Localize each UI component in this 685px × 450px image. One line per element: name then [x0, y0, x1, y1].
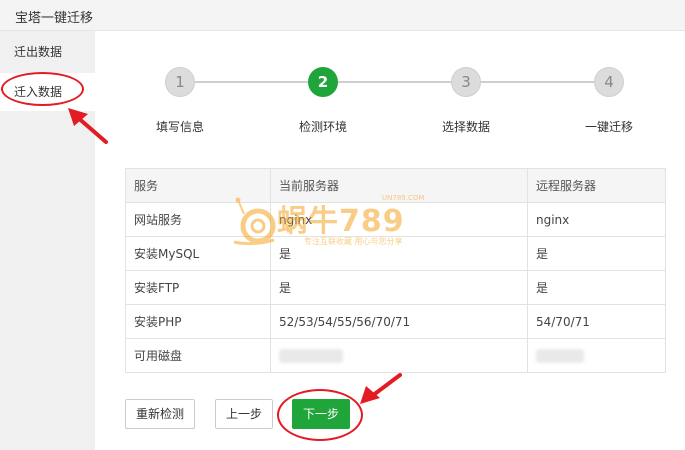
step-3-circle: 3: [451, 67, 481, 97]
step-1-label: 填写信息: [155, 120, 204, 134]
window-titlebar: 宝塔一键迁移: [0, 0, 685, 31]
step-4-circle: 4: [594, 67, 624, 97]
window-title: 宝塔一键迁移: [15, 11, 94, 26]
step-connector-3: [481, 81, 594, 83]
environment-table: 服务 当前服务器 远程服务器 网站服务 nginx nginx 安装MySQL …: [125, 168, 666, 373]
sidebar-item-export-data[interactable]: 迁出数据: [0, 33, 95, 71]
sidebar: 迁出数据 迁入数据: [0, 31, 95, 450]
cell-service: 安装FTP: [125, 270, 271, 305]
cell-service: 安装PHP: [125, 304, 271, 339]
cell-current: nginx: [270, 202, 528, 237]
main-panel: 1 2 3 4 填写信息 检测环境 选择数据 一键迁移 服务 当前服务器 远程服…: [95, 31, 685, 450]
next-step-button[interactable]: 下一步: [292, 399, 350, 429]
table-row: 安装PHP 52/53/54/55/56/70/71 54/70/71: [125, 304, 666, 339]
step-3-label: 选择数据: [441, 120, 490, 134]
cell-service: 安装MySQL: [125, 236, 271, 271]
step-2-circle: 2: [308, 67, 338, 97]
table-header-row: 服务 当前服务器 远程服务器: [125, 168, 666, 203]
cell-remote: 是: [527, 270, 666, 305]
cell-service: 可用磁盘: [125, 338, 271, 373]
table-row: 可用磁盘: [125, 338, 666, 373]
step-2-label: 检测环境: [298, 120, 347, 134]
cell-current: 是: [270, 270, 528, 305]
prev-step-button[interactable]: 上一步: [215, 399, 273, 429]
header-remote-server: 远程服务器: [527, 168, 666, 203]
step-connector-1: [195, 81, 308, 83]
cell-remote: 是: [527, 236, 666, 271]
header-current-server: 当前服务器: [270, 168, 528, 203]
step-connector-2: [338, 81, 451, 83]
cell-remote: nginx: [527, 202, 666, 237]
cell-current-redacted: [270, 338, 528, 373]
step-1-circle: 1: [165, 67, 195, 97]
table-row: 安装FTP 是 是: [125, 270, 666, 305]
recheck-button[interactable]: 重新检测: [125, 399, 195, 429]
cell-current: 52/53/54/55/56/70/71: [270, 304, 528, 339]
step-4-label: 一键迁移: [584, 120, 633, 134]
cell-current: 是: [270, 236, 528, 271]
table-row: 网站服务 nginx nginx: [125, 202, 666, 237]
cell-service: 网站服务: [125, 202, 271, 237]
sidebar-item-import-data[interactable]: 迁入数据: [0, 73, 95, 111]
table-row: 安装MySQL 是 是: [125, 236, 666, 271]
cell-remote-redacted: [527, 338, 666, 373]
cell-remote: 54/70/71: [527, 304, 666, 339]
header-service: 服务: [125, 168, 271, 203]
